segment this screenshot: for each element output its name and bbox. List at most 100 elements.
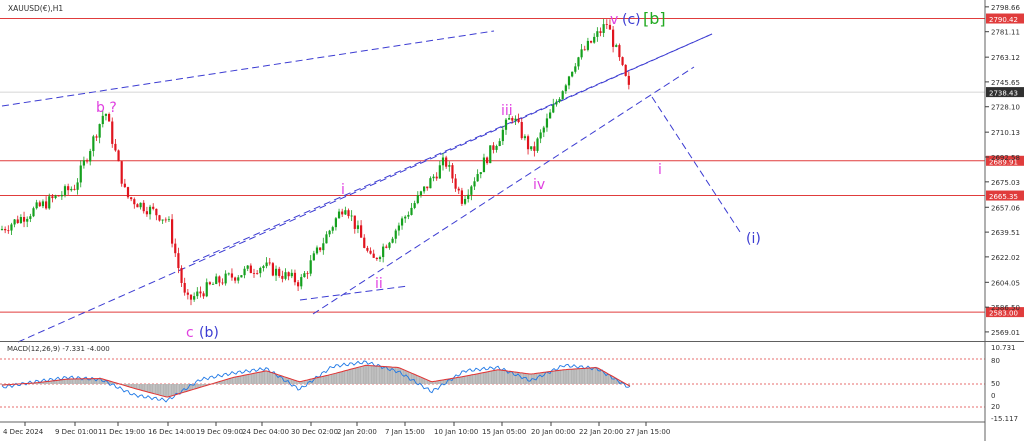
- candle-body: [504, 119, 508, 130]
- y-tick-label: 2657.06: [991, 204, 1020, 212]
- candle-body: [341, 211, 344, 215]
- candle-body: [268, 262, 271, 264]
- candle-body: [117, 150, 120, 162]
- candle-body: [382, 246, 385, 258]
- candle-body: [353, 215, 356, 229]
- candle-body: [391, 238, 394, 243]
- candle-body: [281, 275, 284, 279]
- candle-body: [596, 31, 599, 37]
- candle-body: [158, 215, 161, 221]
- candle-body: [41, 201, 45, 207]
- candle-body: [315, 247, 319, 254]
- candle-body: [202, 293, 205, 297]
- candle-body: [16, 219, 19, 224]
- candle-body: [142, 202, 145, 212]
- candle-body: [189, 294, 193, 300]
- chart-title: XAUUSD(€),H1: [8, 4, 63, 13]
- candle-body: [227, 273, 230, 275]
- candle-body: [274, 268, 278, 276]
- candle-body: [256, 273, 259, 274]
- candle-body: [429, 178, 432, 189]
- candle-body: [558, 99, 561, 102]
- candle-body: [561, 91, 564, 100]
- macd-title: MACD(12,26,9) -7.331 -4.000: [7, 345, 110, 353]
- candle-body: [482, 157, 486, 173]
- candle-body: [397, 225, 400, 231]
- price-panel-bg: [0, 0, 985, 339]
- candle-body: [476, 174, 479, 182]
- macd-tick-label: 80: [991, 357, 1000, 365]
- candle-body: [539, 132, 542, 139]
- candle-body: [602, 24, 605, 33]
- x-tick-label: 19 Dec 09:00: [196, 428, 243, 436]
- candle-body: [4, 228, 7, 231]
- y-tick-label: 2728.10: [991, 104, 1020, 112]
- candle-body: [589, 40, 593, 43]
- candle-body: [388, 242, 391, 248]
- candle-body: [19, 217, 22, 224]
- candle-body: [586, 40, 589, 50]
- x-tick-label: 16 Dec 14:00: [148, 428, 195, 436]
- candle-body: [612, 29, 615, 47]
- candle-body: [435, 176, 438, 179]
- candle-body: [234, 277, 237, 281]
- candle-body: [208, 282, 211, 285]
- candle-body: [63, 186, 67, 195]
- candle-body: [0, 228, 4, 231]
- candle-body: [22, 217, 26, 222]
- candle-body: [486, 157, 489, 164]
- candle-body: [441, 157, 445, 166]
- x-tick-label: 30 Dec 02:00: [291, 428, 338, 436]
- candle-body: [583, 49, 586, 51]
- x-tick-label: 2 Jan 20:00: [337, 428, 377, 436]
- candle-body: [26, 218, 29, 222]
- candle-body: [177, 253, 180, 269]
- candle-body: [489, 145, 492, 164]
- candle-body: [303, 273, 306, 278]
- y-tick-label: 2710.13: [991, 129, 1020, 137]
- y-tick-label: 2692.58: [991, 154, 1020, 162]
- level-price-label: 2790.42: [989, 16, 1018, 24]
- candle-body: [89, 151, 92, 162]
- candle-body: [470, 186, 473, 195]
- candle-body: [366, 247, 369, 251]
- candle-body: [284, 272, 287, 279]
- wave-label-iv: iv: [533, 177, 545, 193]
- candle-body: [237, 277, 240, 281]
- candle-body: [312, 253, 315, 261]
- candle-body: [331, 227, 334, 231]
- candle-body: [577, 57, 580, 67]
- candle-body: [224, 273, 227, 284]
- candle-body: [215, 276, 218, 284]
- candle-body: [211, 283, 215, 285]
- y-tick-label: 2675.03: [991, 179, 1020, 187]
- candle-body: [243, 268, 246, 276]
- candle-body: [60, 194, 63, 197]
- level-price-label: 2665.35: [989, 193, 1018, 201]
- candle-body: [98, 124, 101, 138]
- candle-body: [82, 160, 85, 166]
- candle-body: [552, 104, 555, 113]
- candle-body: [347, 210, 350, 217]
- candle-body: [400, 218, 404, 226]
- candle-body: [54, 195, 57, 199]
- candle-body: [407, 214, 410, 217]
- y-tick-label: 2798.66: [991, 4, 1020, 12]
- candle-body: [139, 202, 142, 208]
- candle-body: [73, 188, 76, 190]
- candle-body: [278, 268, 281, 276]
- candle-body: [171, 219, 174, 244]
- candle-body: [498, 141, 501, 147]
- candle-body: [76, 182, 79, 190]
- y-tick-label: 2639.51: [991, 229, 1020, 237]
- candle-body: [328, 230, 331, 235]
- candle-body: [111, 121, 114, 144]
- x-tick-label: 27 Jan 15:00: [626, 428, 670, 436]
- candle-body: [183, 282, 186, 293]
- candle-body: [196, 291, 199, 297]
- candle-body: [460, 190, 463, 204]
- candle-body: [145, 211, 148, 215]
- candle-body: [621, 57, 624, 65]
- candle-body: [410, 207, 413, 215]
- candle-body: [372, 253, 375, 258]
